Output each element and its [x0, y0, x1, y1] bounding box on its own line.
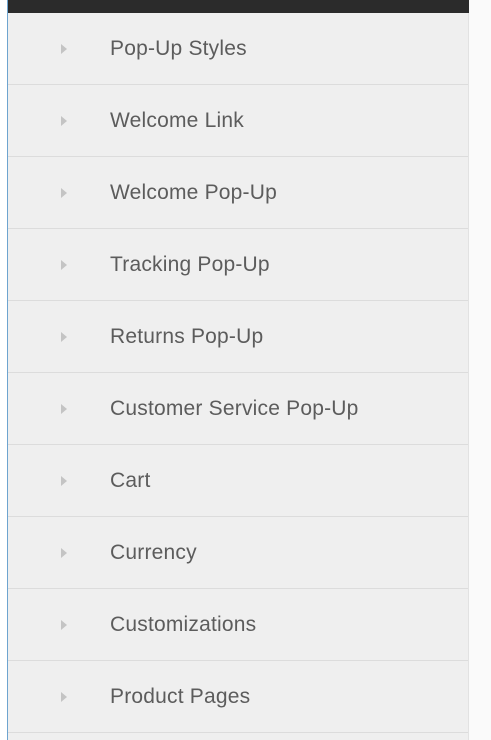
- menu-item-label: Product Pages: [110, 684, 251, 708]
- menu-item-label: Currency: [110, 540, 197, 564]
- panel-header-bar: [8, 0, 469, 13]
- menu-item-label: Customer Service Pop-Up: [110, 396, 359, 420]
- caret-right-icon: [61, 475, 67, 486]
- page-background-gutter: [469, 0, 491, 740]
- settings-panel: Pop-Up Styles Welcome Link Welcome Pop-U…: [0, 0, 491, 740]
- menu-item-pop-up-styles[interactable]: Pop-Up Styles: [8, 13, 468, 85]
- menu-item-product-pages[interactable]: Product Pages: [8, 661, 468, 733]
- caret-right-icon: [61, 187, 67, 198]
- menu-item-label: Welcome Pop-Up: [110, 180, 277, 204]
- menu-item-label: Pop-Up Styles: [110, 36, 247, 60]
- caret-right-icon: [61, 259, 67, 270]
- settings-accordion-menu: Pop-Up Styles Welcome Link Welcome Pop-U…: [8, 13, 469, 740]
- menu-item-currency[interactable]: Currency: [8, 517, 468, 589]
- caret-right-icon: [61, 115, 67, 126]
- menu-item-label: Welcome Link: [110, 108, 244, 132]
- caret-right-icon: [61, 691, 67, 702]
- menu-item-returns-pop-up[interactable]: Returns Pop-Up: [8, 301, 468, 373]
- menu-item-customizations[interactable]: Customizations: [8, 589, 468, 661]
- menu-item-welcome-pop-up[interactable]: Welcome Pop-Up: [8, 157, 468, 229]
- caret-right-icon: [61, 547, 67, 558]
- menu-item-label: Returns Pop-Up: [110, 324, 264, 348]
- menu-item-label: Cart: [110, 468, 151, 492]
- caret-right-icon: [61, 403, 67, 414]
- caret-right-icon: [61, 331, 67, 342]
- menu-item-cart[interactable]: Cart: [8, 445, 468, 517]
- menu-item-label: Tracking Pop-Up: [110, 252, 270, 276]
- menu-item-welcome-link[interactable]: Welcome Link: [8, 85, 468, 157]
- menu-item-label: Customizations: [110, 612, 257, 636]
- caret-right-icon: [61, 43, 67, 54]
- menu-item-tracking-pop-up[interactable]: Tracking Pop-Up: [8, 229, 468, 301]
- caret-right-icon: [61, 619, 67, 630]
- menu-item-customer-service-pop-up[interactable]: Customer Service Pop-Up: [8, 373, 468, 445]
- panel-left-border: [0, 0, 8, 740]
